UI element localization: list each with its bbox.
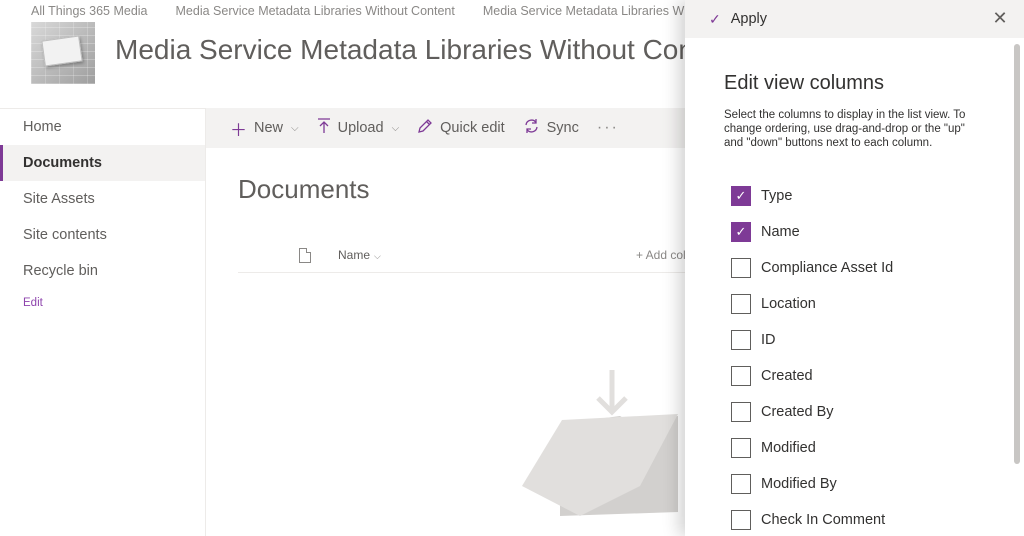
column-option-label: Type xyxy=(761,188,793,204)
sync-label: Sync xyxy=(546,120,579,136)
upload-arrow-icon xyxy=(317,117,331,139)
column-option-type[interactable]: ✓ Type xyxy=(731,178,893,214)
upload-label: Upload xyxy=(337,120,384,136)
column-option-label: Name xyxy=(761,224,800,240)
edit-view-columns-panel: ✓ Apply ✕ Edit view columns Select the c… xyxy=(685,0,1024,536)
list-header: Name⌵ + Add column xyxy=(238,238,690,273)
checkbox-checked[interactable]: ✓ xyxy=(731,222,751,242)
column-option-label: Created By xyxy=(761,404,834,420)
column-option-label: Location xyxy=(761,296,816,312)
quick-edit-label: Quick edit xyxy=(440,120,505,136)
chevron-down-icon: ⌵ xyxy=(291,122,299,134)
upload-button[interactable]: Upload ⌵ xyxy=(317,117,400,139)
column-option-label: Compliance Asset Id xyxy=(761,260,894,276)
more-options-button[interactable]: ··· xyxy=(597,119,619,137)
site-title[interactable]: Media Service Metadata Libraries Without… xyxy=(115,34,690,66)
column-option-label: Modified xyxy=(761,440,816,456)
column-option-label: Check In Comment xyxy=(761,512,886,528)
nav-item-site-assets[interactable]: Site Assets xyxy=(0,181,205,217)
checkbox-checked[interactable]: ✓ xyxy=(731,186,751,206)
close-icon[interactable]: ✕ xyxy=(992,9,1008,27)
column-option-location[interactable]: Location xyxy=(731,286,893,322)
page-title: Documents xyxy=(238,174,370,204)
name-column-label: Name xyxy=(338,248,371,262)
column-option-name[interactable]: ✓ Name xyxy=(731,214,893,250)
site-logo[interactable] xyxy=(31,22,95,84)
nav-item-documents[interactable]: Documents xyxy=(0,145,205,181)
pencil-icon xyxy=(417,118,433,139)
checkbox[interactable] xyxy=(731,366,751,386)
checkbox[interactable] xyxy=(731,330,751,350)
column-option-label: ID xyxy=(761,332,776,348)
panel-description: Select the columns to display in the lis… xyxy=(724,109,966,149)
quick-edit-button[interactable]: Quick edit xyxy=(417,118,505,139)
checkbox[interactable] xyxy=(731,402,751,422)
document-icon[interactable] xyxy=(299,248,311,263)
sync-button[interactable]: Sync xyxy=(523,118,579,139)
column-option-label: Modified By xyxy=(761,476,837,492)
apply-button[interactable]: ✓ Apply xyxy=(709,11,767,28)
command-bar: ＋ New ⌵ Upload ⌵ Quick edit Sync ··· xyxy=(206,108,696,148)
panel-title: Edit view columns xyxy=(724,72,885,94)
column-option-id[interactable]: ID xyxy=(731,322,893,358)
logo-sign xyxy=(41,35,83,67)
column-option-label: Created xyxy=(761,368,813,384)
checkbox[interactable] xyxy=(731,474,751,494)
illustration-down-arrow xyxy=(596,370,628,416)
sync-icon xyxy=(523,118,540,139)
empty-folder-illustration xyxy=(522,370,678,516)
panel-scrollbar[interactable] xyxy=(1014,44,1020,464)
checkbox[interactable] xyxy=(731,438,751,458)
nav-edit-link[interactable]: Edit xyxy=(0,297,205,309)
panel-header: ✓ Apply ✕ xyxy=(685,0,1024,38)
new-label: New xyxy=(254,120,284,136)
column-option-created-by[interactable]: Created By xyxy=(731,394,893,430)
site-tab[interactable]: All Things 365 Media xyxy=(31,4,148,18)
chevron-down-icon: ⌵ xyxy=(374,251,381,261)
checkbox[interactable] xyxy=(731,258,751,278)
nav-item-home[interactable]: Home xyxy=(0,109,205,145)
column-option-compliance-asset-id[interactable]: Compliance Asset Id xyxy=(731,250,893,286)
add-column-button[interactable]: + Add column xyxy=(636,248,690,262)
plus-icon: ＋ xyxy=(230,120,247,140)
checkmark-icon: ✓ xyxy=(709,10,721,27)
checkbox[interactable] xyxy=(731,510,751,530)
site-tabs: All Things 365 Media Media Service Metad… xyxy=(0,0,690,22)
nav-item-recycle-bin[interactable]: Recycle bin xyxy=(0,253,205,289)
apply-label: Apply xyxy=(730,11,768,27)
checkbox[interactable] xyxy=(731,294,751,314)
column-option-modified[interactable]: Modified xyxy=(731,430,893,466)
column-option-created[interactable]: Created xyxy=(731,358,893,394)
site-tab[interactable]: Media Service Metadata Libraries Without… xyxy=(483,4,690,18)
left-navigation: Home Documents Site Assets Site contents… xyxy=(0,108,206,536)
name-column-header[interactable]: Name ⌵ xyxy=(338,248,381,262)
column-option-check-in-comment[interactable]: Check In Comment xyxy=(731,502,893,536)
new-button[interactable]: ＋ New ⌵ xyxy=(230,116,299,141)
chevron-down-icon: ⌵ xyxy=(391,122,400,134)
nav-item-site-contents[interactable]: Site contents xyxy=(0,217,205,253)
site-header: Media Service Metadata Libraries Without… xyxy=(0,22,690,108)
site-tab[interactable]: Media Service Metadata Libraries Without… xyxy=(176,4,455,18)
column-option-modified-by[interactable]: Modified By xyxy=(731,466,893,502)
column-checkbox-list: ✓ Type ✓ Name Compliance Asset Id Locati… xyxy=(731,178,893,536)
